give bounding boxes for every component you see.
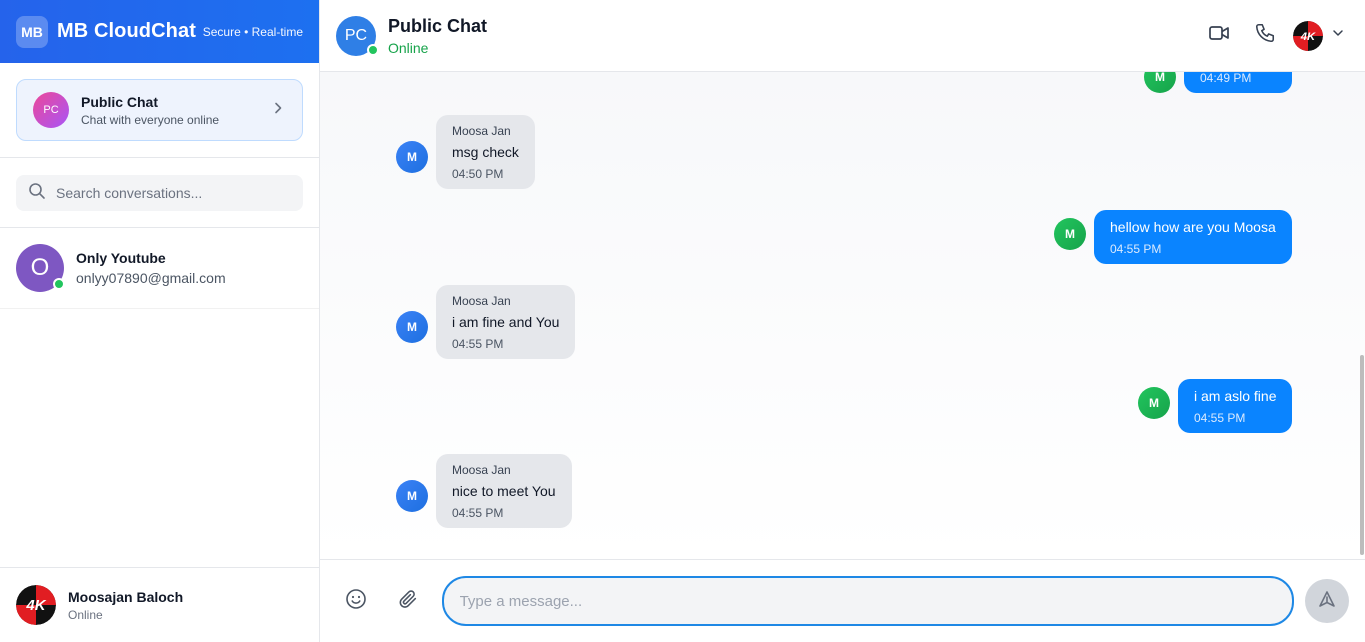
public-chat-avatar: PC bbox=[33, 92, 69, 128]
conversation-name: Only Youtube bbox=[76, 250, 166, 266]
public-chat-card[interactable]: PC Public Chat Chat with everyone online bbox=[16, 79, 303, 141]
voice-call-button[interactable] bbox=[1247, 18, 1283, 54]
conversation-item[interactable]: O Only Youtube onlyy07890@gmail.com bbox=[0, 228, 319, 309]
avatar: M bbox=[1054, 218, 1086, 250]
smiley-icon bbox=[345, 588, 367, 615]
search-box bbox=[16, 175, 303, 211]
chevron-right-icon bbox=[270, 100, 286, 121]
message-scrollbar[interactable] bbox=[1360, 355, 1364, 555]
online-indicator bbox=[53, 278, 65, 290]
message-bubble: hellow how are you Moosa 04:55 PM bbox=[1094, 210, 1292, 264]
chevron-down-icon bbox=[1331, 26, 1345, 45]
svg-text:4K: 4K bbox=[25, 597, 46, 614]
search-section bbox=[0, 158, 319, 228]
message-list: M 04:49 PM M Moosa Jan msg check 04:50 P… bbox=[320, 72, 1365, 559]
phone-icon bbox=[1254, 22, 1276, 49]
message-bubble: i am aslo fine 04:55 PM bbox=[1178, 379, 1293, 433]
public-chat-title: Public Chat bbox=[81, 93, 159, 110]
brand-tagline: Secure • Real-time bbox=[202, 24, 303, 39]
message-text: nice to meet You bbox=[452, 483, 556, 499]
emoji-button[interactable] bbox=[336, 581, 376, 621]
avatar: M bbox=[1138, 387, 1170, 419]
chat-avatar: PC bbox=[336, 15, 379, 56]
svg-text:4K: 4K bbox=[1300, 30, 1316, 42]
message-incoming: M Moosa Jan i am fine and You 04:55 PM bbox=[396, 285, 576, 359]
sidebar: MB MB CloudChat Secure • Real-time PC Pu… bbox=[0, 0, 320, 642]
message-outgoing: M i am aslo fine 04:55 PM bbox=[1138, 379, 1293, 433]
attach-button[interactable] bbox=[388, 581, 428, 621]
chat-title: Public Chat bbox=[388, 15, 488, 36]
current-user-status: Online bbox=[68, 607, 103, 622]
message-time: 04:55 PM bbox=[1110, 242, 1162, 256]
video-camera-icon bbox=[1208, 22, 1230, 49]
current-user-avatar[interactable]: 4K bbox=[16, 585, 56, 625]
message-text: i am fine and You bbox=[452, 314, 560, 330]
user-menu-dropdown[interactable] bbox=[1331, 26, 1345, 45]
avatar: M bbox=[396, 480, 428, 512]
message-composer bbox=[320, 559, 1365, 642]
video-call-button[interactable] bbox=[1201, 18, 1237, 54]
message-time: 04:50 PM bbox=[452, 167, 504, 181]
message-input[interactable] bbox=[441, 576, 1295, 626]
message-text: i am aslo fine bbox=[1194, 388, 1277, 404]
chat-panel: PC Public Chat Online 4K M 04:49 PM M Mo… bbox=[320, 0, 1365, 642]
search-input[interactable] bbox=[56, 185, 291, 201]
message-bubble: 04:49 PM bbox=[1184, 72, 1292, 93]
chat-status: Online bbox=[388, 39, 429, 56]
conversation-email: onlyy07890@gmail.com bbox=[76, 270, 226, 286]
chat-header: PC Public Chat Online 4K bbox=[320, 0, 1365, 72]
message-sender: Moosa Jan bbox=[452, 294, 511, 308]
brand-header: MB MB CloudChat Secure • Real-time bbox=[0, 0, 319, 63]
message-text: msg check bbox=[452, 144, 519, 160]
public-chat-section: PC Public Chat Chat with everyone online bbox=[0, 63, 319, 158]
message-time: 04:55 PM bbox=[1194, 411, 1246, 425]
avatar: O bbox=[16, 244, 65, 292]
message-time: 04:49 PM bbox=[1200, 72, 1252, 85]
message-sender: Moosa Jan bbox=[452, 463, 511, 477]
send-icon bbox=[1317, 589, 1337, 614]
message-time: 04:55 PM bbox=[452, 337, 504, 351]
message-incoming: M Moosa Jan nice to meet You 04:55 PM bbox=[396, 454, 572, 528]
message-bubble: Moosa Jan nice to meet You 04:55 PM bbox=[436, 454, 572, 528]
avatar: M bbox=[396, 141, 428, 173]
message-text: hellow how are you Moosa bbox=[1110, 219, 1276, 235]
message-incoming: M Moosa Jan msg check 04:50 PM bbox=[396, 115, 535, 189]
search-icon bbox=[28, 182, 46, 205]
user-menu-avatar[interactable]: 4K bbox=[1293, 20, 1323, 51]
avatar: M bbox=[1144, 72, 1176, 93]
public-chat-subtitle: Chat with everyone online bbox=[81, 112, 220, 127]
online-indicator bbox=[367, 43, 379, 56]
message-bubble: Moosa Jan i am fine and You 04:55 PM bbox=[436, 285, 576, 359]
message-outgoing: M 04:49 PM bbox=[1144, 72, 1292, 93]
message-bubble: Moosa Jan msg check 04:50 PM bbox=[436, 115, 535, 189]
send-button[interactable] bbox=[1305, 579, 1349, 623]
paperclip-icon bbox=[397, 588, 419, 615]
message-sender: Moosa Jan bbox=[452, 124, 511, 138]
avatar: M bbox=[396, 311, 428, 343]
brand-name: MB CloudChat bbox=[57, 20, 196, 42]
message-outgoing: M hellow how are you Moosa 04:55 PM bbox=[1054, 210, 1292, 264]
current-user-bar: 4K Moosajan Baloch Online bbox=[0, 567, 319, 642]
message-time: 04:55 PM bbox=[452, 506, 504, 520]
current-user-name: Moosajan Baloch bbox=[68, 588, 184, 605]
brand-logo: MB bbox=[16, 15, 48, 48]
